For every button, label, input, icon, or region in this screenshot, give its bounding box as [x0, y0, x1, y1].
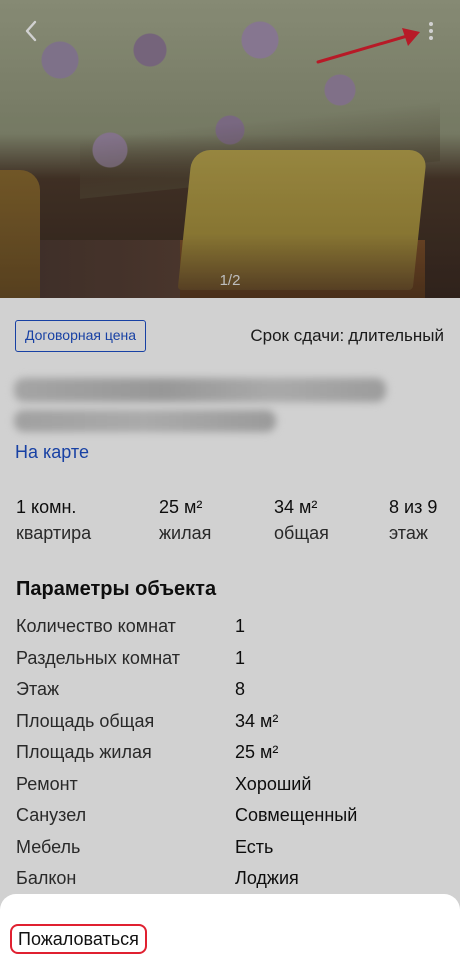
report-button[interactable]: Пожаловаться [10, 924, 147, 954]
bottom-sheet: Пожаловаться [0, 894, 460, 970]
modal-overlay[interactable] [0, 0, 460, 970]
